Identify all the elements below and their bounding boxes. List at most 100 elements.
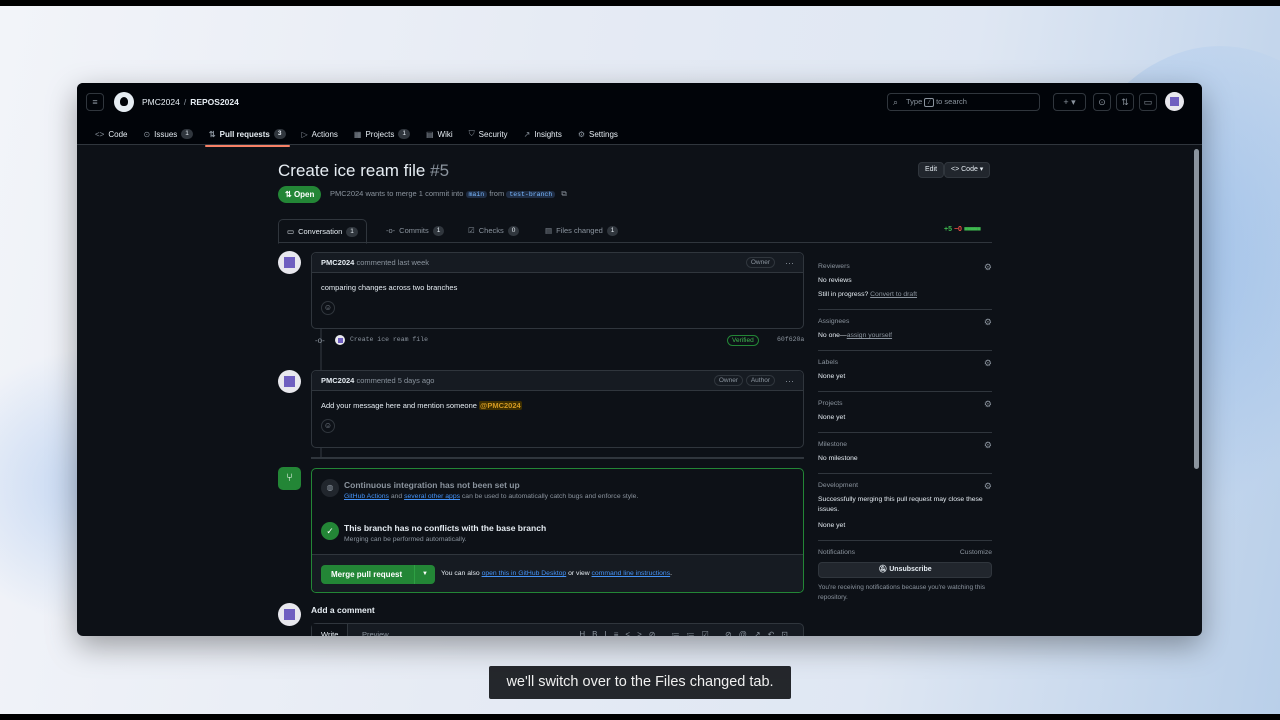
tab-commits[interactable]: -o- Commits 1 (386, 219, 445, 243)
user-mention[interactable]: @PMC2024 (479, 401, 522, 410)
gear-icon[interactable]: ⚙ (984, 399, 992, 410)
avatar[interactable] (335, 335, 345, 345)
comment-time[interactable]: commented last week (356, 258, 429, 267)
breadcrumb-repo[interactable]: REPOS2024 (190, 97, 239, 107)
comment-author[interactable]: PMC2024 (321, 258, 354, 267)
tab-settings[interactable]: ⚙ Settings (570, 123, 626, 145)
gear-icon: ⚙ (577, 129, 586, 139)
gear-icon[interactable]: ⚙ (984, 358, 992, 369)
tab-label: Conversation (298, 226, 343, 236)
more-options-icon[interactable]: ··· (785, 371, 794, 391)
tab-label: Actions (311, 129, 338, 139)
development-title: Development (818, 482, 859, 489)
verified-badge[interactable]: Verified (727, 335, 759, 346)
search-input[interactable]: ⌕ Type / to search (887, 93, 1040, 111)
tab-wiki[interactable]: ▤ Wiki (418, 123, 461, 145)
alt-end: . (670, 570, 672, 577)
merge-pull-request-button[interactable]: Merge pull request ▼ (321, 565, 435, 584)
head-branch[interactable]: test-branch (506, 191, 556, 198)
edit-button[interactable]: Edit (918, 162, 945, 178)
tab-count: 1 (606, 226, 619, 236)
tab-count: 1 (398, 129, 410, 139)
inbox-icon[interactable]: ▭ (1139, 93, 1157, 111)
assign-yourself-link[interactable]: assign yourself (847, 332, 892, 339)
commit-sha[interactable]: 60f620a (777, 336, 804, 343)
issues-icon[interactable]: ⊙ (1093, 93, 1111, 111)
comment-text: Add your message here and mention someon… (321, 401, 477, 410)
tab-code[interactable]: <> Code (87, 123, 135, 145)
tab-pull-requests[interactable]: ⇅ Pull requests 3 (201, 123, 294, 147)
smiley-icon[interactable]: ☺ (321, 301, 335, 315)
convert-to-draft-link[interactable]: Convert to draft (870, 291, 917, 298)
github-actions-link[interactable]: GitHub Actions (344, 493, 389, 500)
other-apps-link[interactable]: several other apps (404, 493, 460, 500)
issue-icon: ⊙ (143, 129, 151, 139)
formatting-toolbar[interactable]: HBI≡<>⊘ ≔≔☑ ⊘@↗↶⊡ (579, 630, 795, 636)
tab-checks[interactable]: ☑ Checks 0 (468, 219, 520, 243)
breadcrumb-owner[interactable]: PMC2024 (142, 97, 180, 107)
gear-icon[interactable]: ⚙ (984, 262, 992, 273)
milestone-value: No milestone (818, 455, 858, 462)
browser-window: ≡ PMC2024/REPOS2024 ⌕ Type / to search +… (77, 83, 1202, 636)
preview-tab[interactable]: Preview (362, 624, 389, 636)
tab-count: 1 (432, 226, 445, 236)
tab-issues[interactable]: ⊙ Issues 1 (135, 123, 200, 145)
commit-icon: -o- (386, 226, 396, 235)
pr-tabs: ▭ Conversation 1 -o- Commits 1 ☑ Checks 0 ▤ Fil… (278, 219, 992, 244)
write-tab[interactable]: Write (312, 624, 349, 636)
development-desc: Successfully merging this pull request m… (818, 496, 983, 513)
customize-link[interactable]: Customize (960, 549, 992, 556)
merge-footer: Merge pull request ▼ You can also open th… (312, 554, 803, 592)
author-badge: Author (745, 375, 775, 386)
copy-icon[interactable]: ⧉ (561, 189, 566, 198)
more-options-icon[interactable]: ··· (785, 253, 794, 273)
avatar[interactable] (278, 251, 301, 274)
chevron-down-icon[interactable]: ▼ (414, 565, 435, 584)
code-button-label: Code (961, 166, 978, 173)
tab-projects[interactable]: ▦ Projects 1 (346, 123, 418, 145)
comment-header: PMC2024 commented 5 days ago Owner Autho… (312, 371, 803, 391)
page-title: Create ice ream file #5 (278, 161, 449, 181)
comment-box: PMC2024 commented 5 days ago Owner Autho… (311, 370, 804, 448)
tab-files-changed[interactable]: ▤ Files changed 1 (545, 219, 619, 243)
comment-time[interactable]: commented 5 days ago (356, 376, 434, 385)
gear-icon[interactable]: ⚙ (984, 317, 992, 328)
shield-icon: ⛉ (468, 129, 475, 138)
search-placeholder: Type (906, 97, 923, 106)
tab-conversation[interactable]: ▭ Conversation 1 (278, 219, 367, 244)
command-line-link[interactable]: command line instructions (592, 570, 671, 577)
comment-box: PMC2024 commented last week Owner ··· co… (311, 252, 804, 329)
assignees-title: Assignees (818, 318, 850, 325)
comment-author[interactable]: PMC2024 (321, 376, 354, 385)
diffstat: +5 −0 ■■■■■ (944, 226, 981, 233)
merge-icon: ⑂ (278, 467, 301, 490)
github-desktop-link[interactable]: open this in GitHub Desktop (482, 570, 567, 577)
tab-label: Checks (478, 226, 504, 235)
smiley-icon[interactable]: ☺ (321, 419, 335, 433)
avatar[interactable] (278, 370, 301, 393)
commit-message[interactable]: Create ice ream file (350, 336, 428, 343)
unsubscribe-button[interactable]: 🔕︎ Unsubscribe (818, 562, 992, 578)
ci-rest-text: can be used to automatically catch bugs … (461, 493, 639, 500)
comment-editor: Write Preview HBI≡<>⊘ ≔≔☑ ⊘@↗↶⊡ (311, 623, 804, 636)
status-badge: ⇅ Open (278, 186, 322, 203)
base-branch[interactable]: main (465, 191, 488, 198)
pr-author-link[interactable]: PMC2024 (330, 189, 363, 198)
notifications-info: You're receiving notifications because y… (818, 584, 986, 601)
gear-icon[interactable]: ⚙ (984, 481, 992, 492)
add-comment-title: Add a comment (311, 605, 375, 615)
pull-requests-icon[interactable]: ⇅ (1116, 93, 1134, 111)
gear-icon[interactable]: ⚙ (984, 440, 992, 451)
menu-icon[interactable]: ≡ (86, 93, 104, 111)
tab-actions[interactable]: ▷ Actions (294, 123, 346, 145)
scrollbar[interactable] (1194, 149, 1199, 469)
user-avatar[interactable] (1165, 92, 1184, 111)
code-button[interactable]: <> Code ▾ (944, 162, 991, 178)
comment-body: Add your message here and mention someon… (312, 391, 803, 410)
tab-security[interactable]: ⛉ Security (461, 123, 516, 145)
tab-count: 0 (507, 226, 520, 236)
github-logo-icon[interactable] (114, 92, 134, 112)
tab-insights[interactable]: ↗ Insights (516, 123, 570, 145)
play-icon: ▷ (301, 129, 308, 139)
create-new-button[interactable]: + ▾ (1053, 93, 1086, 111)
